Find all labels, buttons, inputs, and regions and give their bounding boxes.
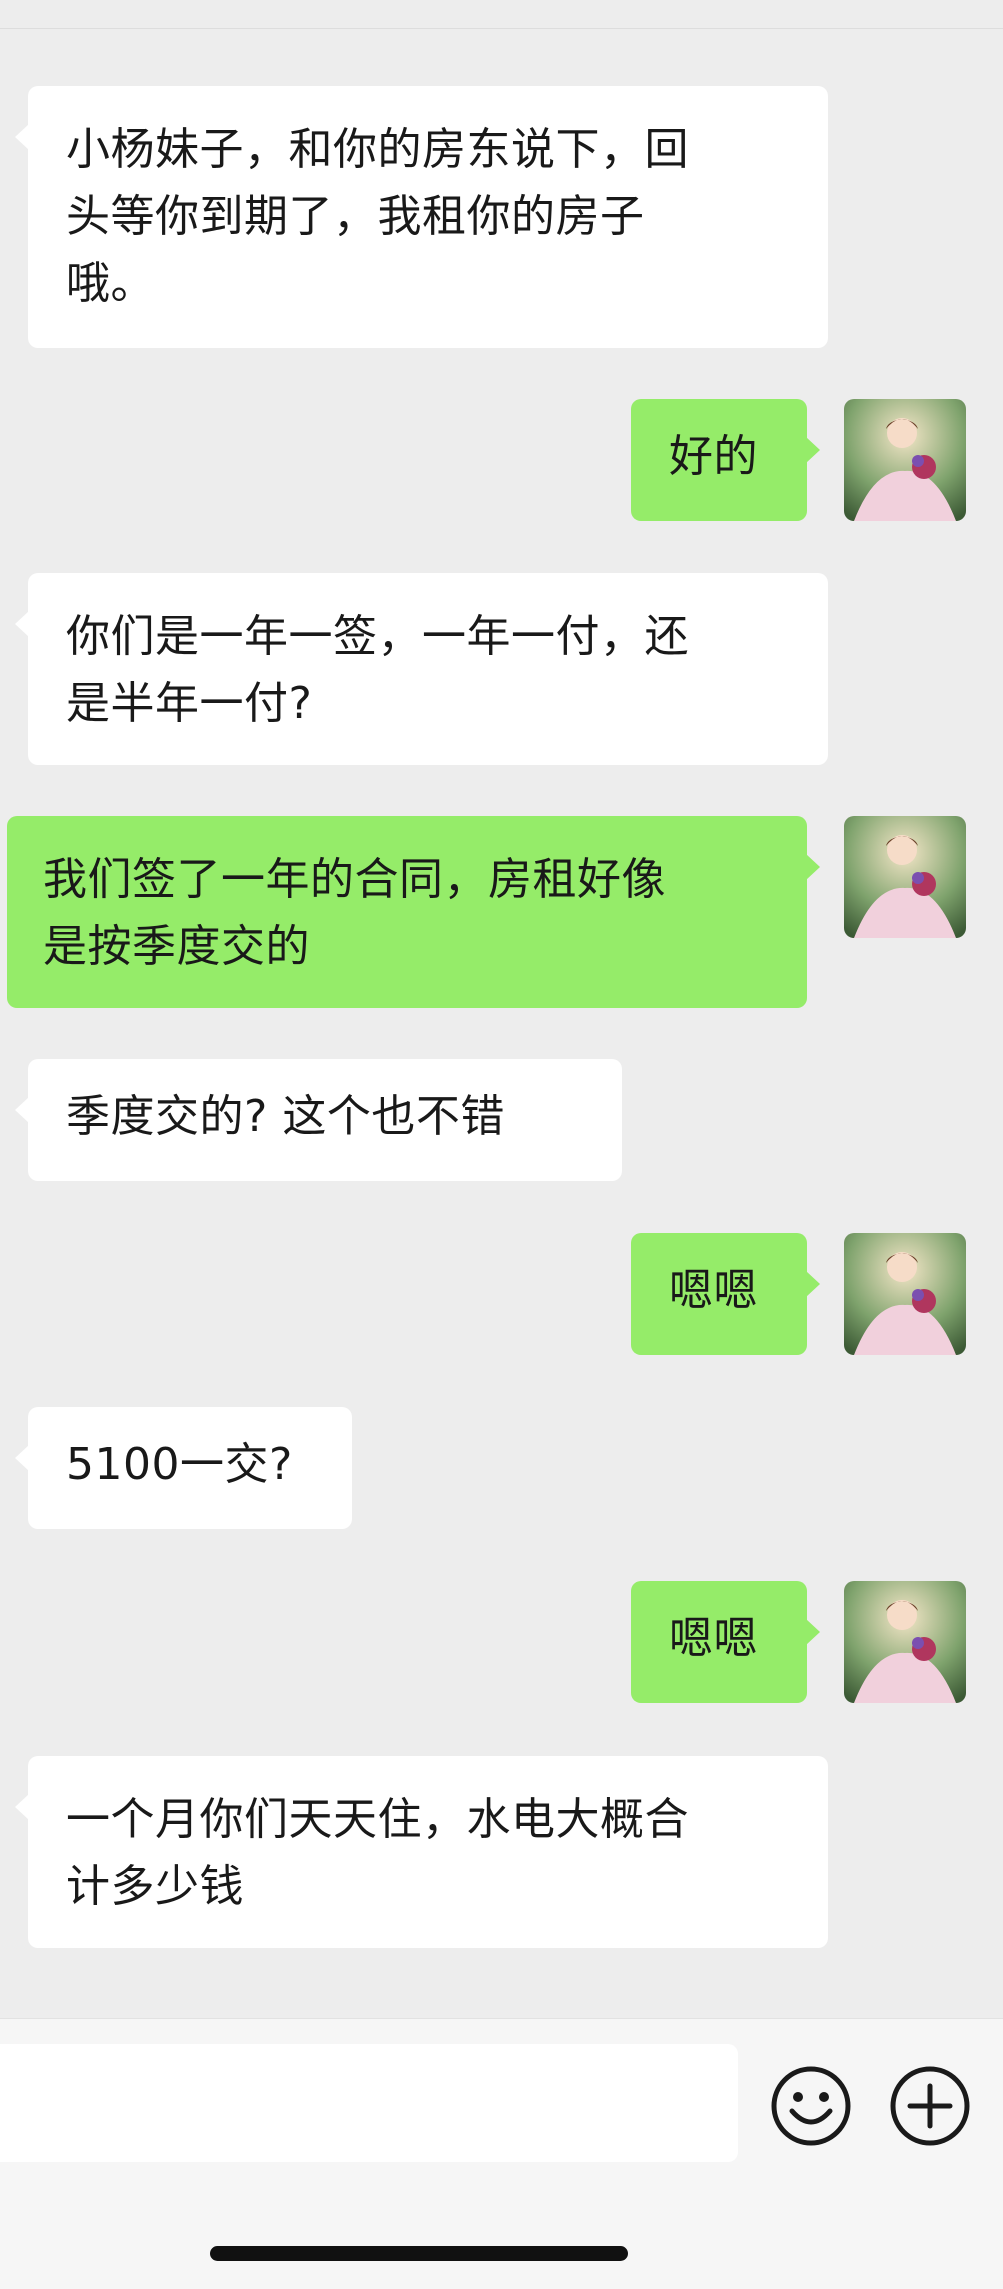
incoming-message-bubble[interactable]: 你们是一年一签，一年一付，还 是半年一付? — [15, 573, 828, 765]
user-avatar[interactable] — [844, 1581, 966, 1703]
chat-area[interactable]: 小杨妹子，和你的房东说下，回 头等你到期了，我租你的房子 哦。 好的 你们是一年… — [0, 0, 1003, 2018]
incoming-message-bubble[interactable]: 小杨妹子，和你的房东说下，回 头等你到期了，我租你的房子 哦。 — [15, 86, 828, 348]
emoji-icon[interactable] — [770, 2065, 852, 2147]
outgoing-message-bubble[interactable]: 我们签了一年的合同，房租好像 是按季度交的 — [7, 816, 820, 1008]
home-indicator[interactable] — [210, 2246, 628, 2261]
user-avatar[interactable] — [844, 1233, 966, 1355]
incoming-message-bubble[interactable]: 5100一交? — [15, 1407, 352, 1529]
outgoing-message-bubble[interactable]: 嗯嗯 — [631, 1581, 820, 1703]
user-avatar[interactable] — [844, 816, 966, 938]
incoming-message-bubble[interactable]: 季度交的? 这个也不错 — [15, 1059, 622, 1181]
user-avatar[interactable] — [844, 399, 966, 521]
message-input[interactable] — [0, 2044, 738, 2162]
plus-icon[interactable] — [889, 2065, 971, 2147]
outgoing-message-bubble[interactable]: 好的 — [631, 399, 820, 521]
incoming-message-bubble[interactable]: 一个月你们天天住，水电大概合 计多少钱 — [15, 1756, 828, 1948]
outgoing-message-bubble[interactable]: 嗯嗯 — [631, 1233, 820, 1355]
